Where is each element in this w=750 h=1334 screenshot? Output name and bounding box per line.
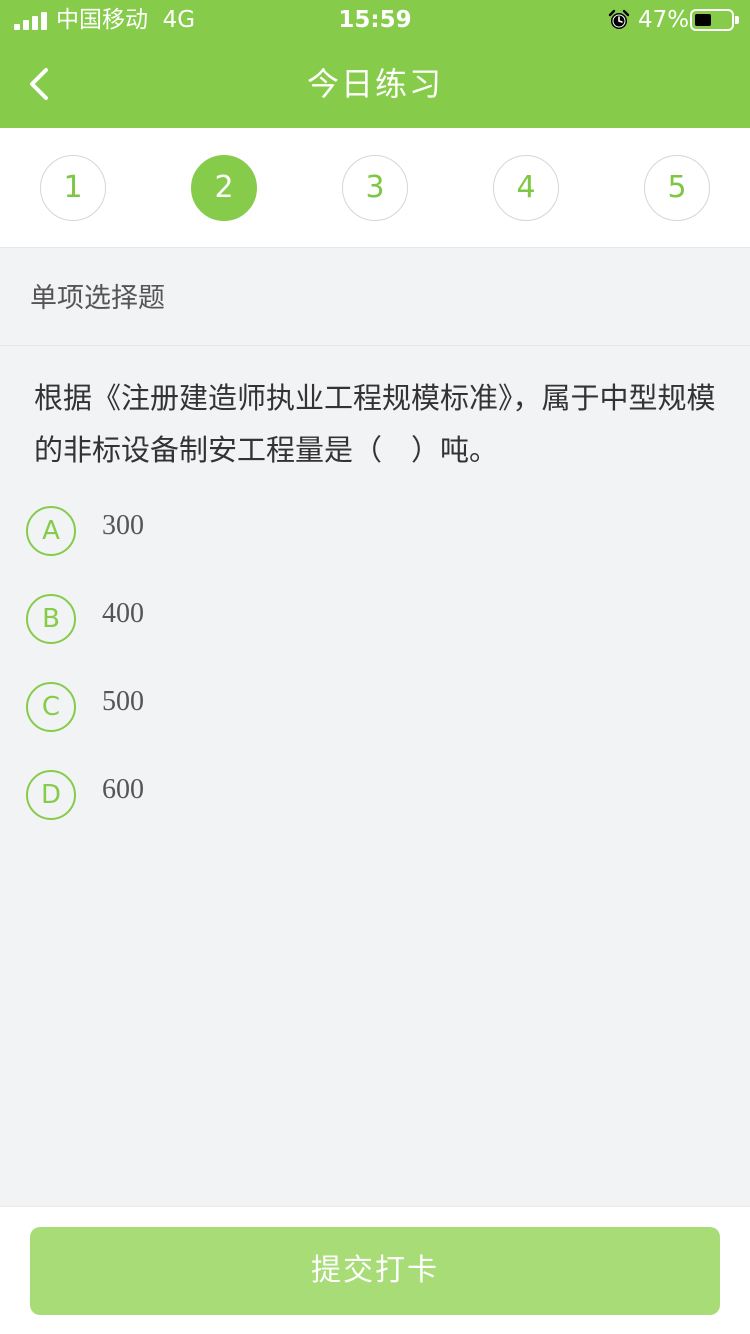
alarm-icon [608, 9, 630, 29]
header: 中国移动 4G 15:59 47% 今日练习 [0, 0, 750, 128]
status-bar: 中国移动 4G 15:59 47% [0, 0, 750, 40]
page-title: 今日练习 [306, 65, 443, 103]
question-number-1[interactable]: 1 [40, 155, 106, 221]
question-number-5[interactable]: 5 [644, 155, 710, 221]
option-a-text: 300 [102, 510, 144, 541]
option-c-letter: C [26, 682, 76, 732]
question-number-3[interactable]: 3 [342, 155, 408, 221]
section-label: 单项选择题 [30, 283, 165, 314]
battery-icon [690, 9, 739, 31]
question-text: 根据《注册建造师执业工程规模标准》，属于中型规模的非标设备制安工程量是（ ）吨。 [34, 381, 716, 467]
option-d-text: 600 [102, 774, 144, 805]
submit-checkin-button[interactable]: 提交打卡 [30, 1227, 720, 1315]
question-number-2[interactable]: 2 [191, 155, 257, 221]
option-b-text: 400 [102, 598, 144, 629]
question-number-4[interactable]: 4 [493, 155, 559, 221]
screen: 中国移动 4G 15:59 47% 今日练习 1 2 3 4 5 单项选择题 根… [0, 0, 750, 1334]
option-d-letter: D [26, 770, 76, 820]
option-a[interactable]: A 300 [26, 506, 626, 558]
option-a-letter: A [26, 506, 76, 556]
option-c-text: 500 [102, 686, 144, 717]
question-number-bar: 1 2 3 4 5 [0, 128, 750, 248]
footer: 提交打卡 [0, 1206, 750, 1334]
section-header: 单项选择题 [0, 248, 750, 346]
option-d[interactable]: D 600 [26, 770, 626, 822]
battery-percent: 47% [638, 7, 690, 33]
option-b[interactable]: B 400 [26, 594, 626, 646]
option-b-letter: B [26, 594, 76, 644]
option-c[interactable]: C 500 [26, 682, 626, 734]
